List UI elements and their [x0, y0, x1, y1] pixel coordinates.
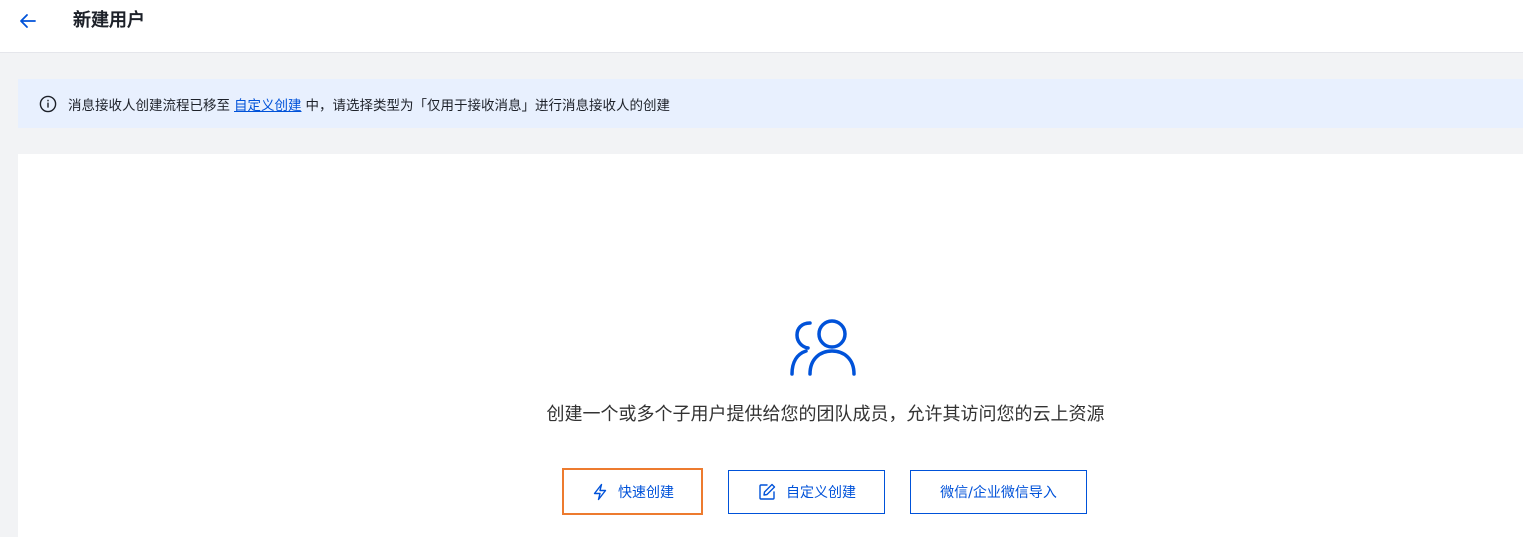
- page-title: 新建用户: [73, 10, 145, 31]
- notice-banner: 消息接收人创建流程已移至 自定义创建 中，请选择类型为「仅用于接收消息」进行消息…: [18, 79, 1523, 128]
- custom-create-label: 自定义创建: [786, 485, 856, 501]
- users-icon: [790, 319, 856, 376]
- main-panel: 创建一个或多个子用户提供给您的团队成员，允许其访问您的云上资源 快速创建 自定义…: [18, 154, 1523, 537]
- edit-icon: [759, 483, 776, 500]
- back-button[interactable]: [16, 9, 40, 33]
- notice-text-after: 中，请选择类型为「仅用于接收消息」进行消息接收人的创建: [305, 97, 671, 114]
- custom-create-link[interactable]: 自定义创建: [234, 94, 302, 114]
- top-bar: 新建用户: [0, 0, 1523, 53]
- description-text: 创建一个或多个子用户提供给您的团队成员，允许其访问您的云上资源: [546, 404, 1105, 425]
- notice-text-before: 消息接收人创建流程已移至: [68, 97, 230, 114]
- wechat-import-button[interactable]: 微信/企业微信导入: [910, 470, 1087, 514]
- custom-create-button[interactable]: 自定义创建: [728, 470, 885, 514]
- quick-create-button[interactable]: 快速创建: [562, 468, 703, 515]
- info-icon: [39, 95, 57, 112]
- quick-create-label: 快速创建: [618, 484, 674, 501]
- wechat-import-label: 微信/企业微信导入: [940, 485, 1057, 501]
- arrow-left-icon: [20, 14, 36, 28]
- lightning-icon: [593, 483, 607, 500]
